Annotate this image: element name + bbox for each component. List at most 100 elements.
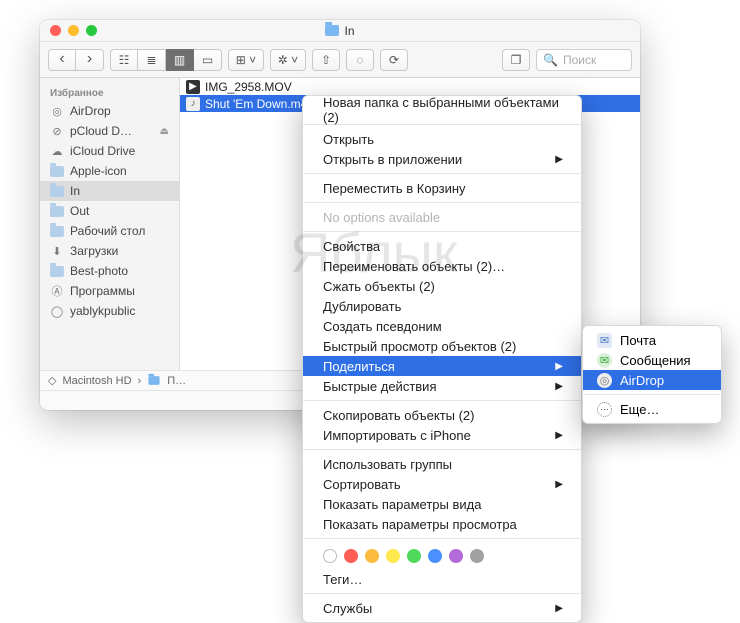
file-row[interactable]: ▶ IMG_2958.MOV [180, 78, 640, 95]
sidebar-item-pcloud[interactable]: ⊘pCloud D…⏏ [40, 121, 179, 141]
tag-orange[interactable] [365, 549, 379, 563]
menu-sort[interactable]: Сортировать▶ [303, 474, 581, 494]
close-icon[interactable] [50, 25, 61, 36]
tag-gray[interactable] [470, 549, 484, 563]
search-input[interactable]: 🔍 Поиск [536, 49, 632, 71]
apps-icon: Ⓐ [50, 284, 64, 298]
chevron-right-icon: ▶ [555, 154, 563, 165]
mov-icon: ▶ [186, 80, 200, 94]
chevron-right-icon: ▶ [555, 430, 563, 441]
messages-icon: ✉ [597, 353, 612, 368]
menu-preview-options[interactable]: Показать параметры просмотра [303, 514, 581, 534]
mail-icon: ✉ [597, 333, 612, 348]
menu-rename[interactable]: Переименовать объекты (2)… [303, 256, 581, 276]
menu-quick-actions[interactable]: Быстрые действия▶ [303, 376, 581, 396]
sidebar-item-desktop[interactable]: Рабочий стол [40, 221, 179, 241]
menu-open[interactable]: Открыть [303, 129, 581, 149]
folder-icon [325, 25, 339, 36]
menu-tags[interactable]: Теги… [303, 569, 581, 589]
share-messages[interactable]: ✉Сообщения [583, 350, 721, 370]
view-list-button[interactable]: ≣ [138, 49, 166, 71]
view-gallery-button[interactable]: ▭ [194, 49, 222, 71]
nav-buttons [48, 49, 104, 71]
menu-view-options[interactable]: Показать параметры вида [303, 494, 581, 514]
share-button[interactable]: ⇧ [312, 49, 340, 71]
sidebar-item-yablyk[interactable]: ◯yablykpublic [40, 301, 179, 321]
chevron-right-icon: ▶ [555, 381, 563, 392]
airdrop-icon: ◎ [50, 104, 64, 118]
menu-duplicate[interactable]: Дублировать [303, 296, 581, 316]
search-placeholder: Поиск [563, 53, 596, 67]
share-submenu: ✉Почта ✉Сообщения ◎AirDrop ⋯Еще… [582, 325, 722, 424]
sidebar-item-appleicon[interactable]: Apple-icon [40, 161, 179, 181]
menu-services[interactable]: Службы▶ [303, 598, 581, 618]
cloud-icon: ☁ [50, 144, 64, 158]
search-icon: 🔍 [543, 53, 558, 67]
folder-icon [50, 206, 64, 217]
tags-button[interactable]: ◌ [346, 49, 374, 71]
action-button[interactable]: ✲ ˅ [270, 49, 306, 71]
sidebar-heading: Избранное [40, 84, 179, 101]
chevron-right-icon: ▶ [555, 603, 563, 614]
sidebar-item-icloud[interactable]: ☁iCloud Drive [40, 141, 179, 161]
sidebar-item-downloads[interactable]: ⬇Загрузки [40, 241, 179, 261]
tag-clear[interactable] [323, 549, 337, 563]
back-button[interactable] [48, 49, 76, 71]
disk-icon: ◇ [48, 374, 56, 387]
menu-open-with[interactable]: Открыть в приложении▶ [303, 149, 581, 169]
path-segment[interactable]: П… [167, 375, 186, 387]
folder-icon [50, 166, 64, 177]
sidebar-item-bestphoto[interactable]: Best-photo [40, 261, 179, 281]
tag-red[interactable] [344, 549, 358, 563]
tag-purple[interactable] [449, 549, 463, 563]
circle-icon: ◯ [50, 304, 64, 318]
chevron-right-icon: ▶ [555, 479, 563, 490]
sidebar-item-in[interactable]: In [40, 181, 179, 201]
window-title: In [344, 24, 354, 38]
titlebar: In [40, 20, 640, 42]
sidebar-item-apps[interactable]: ⒶПрограммы [40, 281, 179, 301]
minimize-icon[interactable] [68, 25, 79, 36]
menu-quicklook[interactable]: Быстрый просмотр объектов (2) [303, 336, 581, 356]
menu-copy[interactable]: Скопировать объекты (2) [303, 405, 581, 425]
menu-new-folder[interactable]: Новая папка с выбранными объектами (2) [303, 100, 581, 120]
menu-trash[interactable]: Переместить в Корзину [303, 178, 581, 198]
view-switcher: ☷ ≣ ▥ ▭ [110, 49, 222, 71]
share-mail[interactable]: ✉Почта [583, 330, 721, 350]
view-columns-button[interactable]: ▥ [166, 49, 194, 71]
menu-compress[interactable]: Сжать объекты (2) [303, 276, 581, 296]
share-more[interactable]: ⋯Еще… [583, 399, 721, 419]
folder-icon [149, 376, 160, 385]
new-folder-button[interactable]: ❐ [502, 49, 530, 71]
menu-import-iphone[interactable]: Импортировать с iPhone▶ [303, 425, 581, 445]
share-airdrop[interactable]: ◎AirDrop [583, 370, 721, 390]
chevron-right-icon: ▶ [555, 361, 563, 372]
sidebar-item-out[interactable]: Out [40, 201, 179, 221]
group-button[interactable]: ⊞ ˅ [228, 49, 264, 71]
sidebar: Избранное ◎AirDrop ⊘pCloud D…⏏ ☁iCloud D… [40, 78, 180, 370]
drive-icon: ⊘ [50, 124, 64, 138]
tag-blue[interactable] [428, 549, 442, 563]
audio-icon: ♪ [186, 97, 200, 111]
context-menu: Новая папка с выбранными объектами (2) О… [302, 95, 582, 623]
tag-green[interactable] [407, 549, 421, 563]
menu-alias[interactable]: Создать псевдоним [303, 316, 581, 336]
folder-icon [50, 266, 64, 277]
menu-share[interactable]: Поделиться▶ [303, 356, 581, 376]
eject-icon[interactable]: ⏏ [160, 126, 169, 137]
view-icon-button[interactable]: ☷ [110, 49, 138, 71]
path-segment[interactable]: Macintosh HD [62, 375, 131, 387]
toolbar: ☷ ≣ ▥ ▭ ⊞ ˅ ✲ ˅ ⇧ ◌ ⟳ ❐ 🔍 Поиск [40, 42, 640, 78]
menu-info[interactable]: Свойства [303, 236, 581, 256]
forward-button[interactable] [76, 49, 104, 71]
zoom-icon[interactable] [86, 25, 97, 36]
menu-no-options: No options available [303, 207, 581, 227]
folder-icon [50, 186, 64, 197]
download-icon: ⬇ [50, 244, 64, 258]
quick-action-button[interactable]: ⟳ [380, 49, 408, 71]
tag-yellow[interactable] [386, 549, 400, 563]
tag-row [303, 543, 581, 569]
menu-use-groups[interactable]: Использовать группы [303, 454, 581, 474]
sidebar-item-airdrop[interactable]: ◎AirDrop [40, 101, 179, 121]
more-icon: ⋯ [597, 402, 612, 417]
